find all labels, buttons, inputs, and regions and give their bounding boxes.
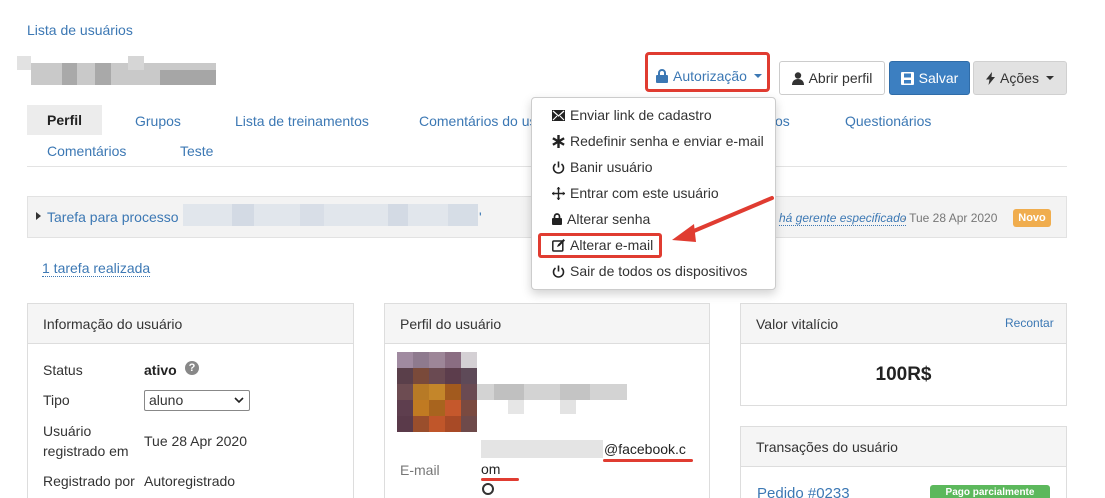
salvar-label: Salvar: [918, 70, 959, 86]
email-domain-part1: @facebook.c: [604, 441, 686, 457]
move-icon: [552, 186, 565, 200]
annotation-highlight-autorizacao: [645, 52, 770, 92]
registrado-por-label: Registrado por: [43, 473, 135, 489]
menu-item-label: Redefinir senha e enviar e-mail: [570, 133, 764, 149]
acoes-button[interactable]: Ações: [973, 61, 1067, 95]
email-label: E-mail: [400, 462, 440, 478]
registrado-value: Tue 28 Apr 2020: [144, 433, 248, 449]
abrir-perfil-button[interactable]: Abrir perfil: [779, 61, 885, 95]
power-icon: [552, 161, 565, 174]
tab-partial[interactable]: os: [775, 113, 790, 129]
chevron-down-icon: [1045, 76, 1054, 80]
bolt-icon: [986, 71, 996, 85]
task-manager-text[interactable]: há gerente especificado: [779, 211, 907, 226]
acoes-label: Ações: [1000, 70, 1039, 86]
tab-teste[interactable]: Teste: [180, 143, 213, 159]
tab-comentarios-usuario[interactable]: Comentários do us: [419, 113, 537, 129]
envelope-icon: [552, 109, 565, 121]
asterisk-icon: [552, 134, 565, 148]
registrado-label-line2: registrado em: [43, 443, 129, 459]
menu-item-banir-usuario[interactable]: Banir usuário: [532, 154, 775, 180]
menu-item-sair-dispositivos[interactable]: Sair de todos os dispositivos: [532, 258, 775, 284]
user-info-title: Informação do usuário: [28, 304, 353, 344]
tipo-select-value: aluno: [149, 392, 184, 408]
menu-item-enviar-link[interactable]: Enviar link de cadastro: [532, 102, 775, 128]
menu-item-redefinir-senha[interactable]: Redefinir senha e enviar e-mail: [532, 128, 775, 154]
tab-questionarios[interactable]: Questionários: [845, 113, 931, 129]
task-title-suffix: ': [479, 209, 482, 225]
task-title-prefix[interactable]: Tarefa para processo ': [47, 209, 185, 225]
menu-item-label: Sair de todos os dispositivos: [570, 263, 748, 279]
user-icon: [791, 71, 804, 85]
caret-right-icon[interactable]: [36, 212, 41, 220]
help-icon[interactable]: ?: [185, 361, 199, 375]
status-label: Status: [43, 362, 83, 378]
registrado-por-value: Autoregistrado: [144, 473, 236, 489]
task-date: - Tue 28 Apr 2020: [902, 211, 998, 225]
breadcrumb-link[interactable]: Lista de usuários: [27, 22, 133, 38]
chevron-down-icon: [234, 397, 244, 404]
tab-lista-treinamentos[interactable]: Lista de treinamentos: [235, 113, 369, 129]
tab-perfil[interactable]: Perfil: [27, 105, 103, 135]
registrado-label-line1: Usuário: [43, 423, 92, 439]
menu-item-label: Enviar link de cadastro: [570, 107, 712, 123]
menu-item-label: Banir usuário: [570, 159, 653, 175]
abrir-perfil-label: Abrir perfil: [808, 70, 873, 86]
tab-grupos[interactable]: Grupos: [135, 113, 181, 129]
status-value: ativo: [144, 362, 177, 378]
status-badge-pago: Pago parcialmente: [930, 485, 1050, 498]
email-domain-part2: om: [481, 461, 501, 477]
menu-item-label: Alterar senha: [567, 211, 651, 227]
order-link[interactable]: Pedido #0233: [757, 485, 850, 498]
recontar-link[interactable]: Recontar: [1005, 316, 1054, 330]
tasks-done-link[interactable]: 1 tarefa realizada: [42, 260, 151, 277]
tab-comentarios[interactable]: Comentários: [47, 143, 126, 159]
transactions-title: Transações do usuário: [741, 427, 1066, 467]
save-icon: [900, 71, 914, 85]
lock-icon: [552, 213, 562, 225]
annotation-arrow-icon: [672, 196, 774, 242]
radio-icon[interactable]: [482, 483, 494, 495]
lifetime-value: 100R$: [875, 364, 932, 385]
email-user-blurred: [481, 440, 603, 458]
status-badge-novo: Novo: [1013, 209, 1051, 227]
tipo-select[interactable]: aluno: [144, 390, 250, 411]
annotation-underline-email-1: [603, 459, 693, 462]
power-icon: [552, 265, 565, 278]
profile-title: Perfil do usuário: [385, 304, 709, 344]
salvar-button[interactable]: Salvar: [889, 61, 970, 95]
tipo-label: Tipo: [43, 392, 70, 408]
annotation-highlight-alterar-email: [538, 233, 662, 258]
annotation-underline-email-2: [481, 478, 519, 481]
